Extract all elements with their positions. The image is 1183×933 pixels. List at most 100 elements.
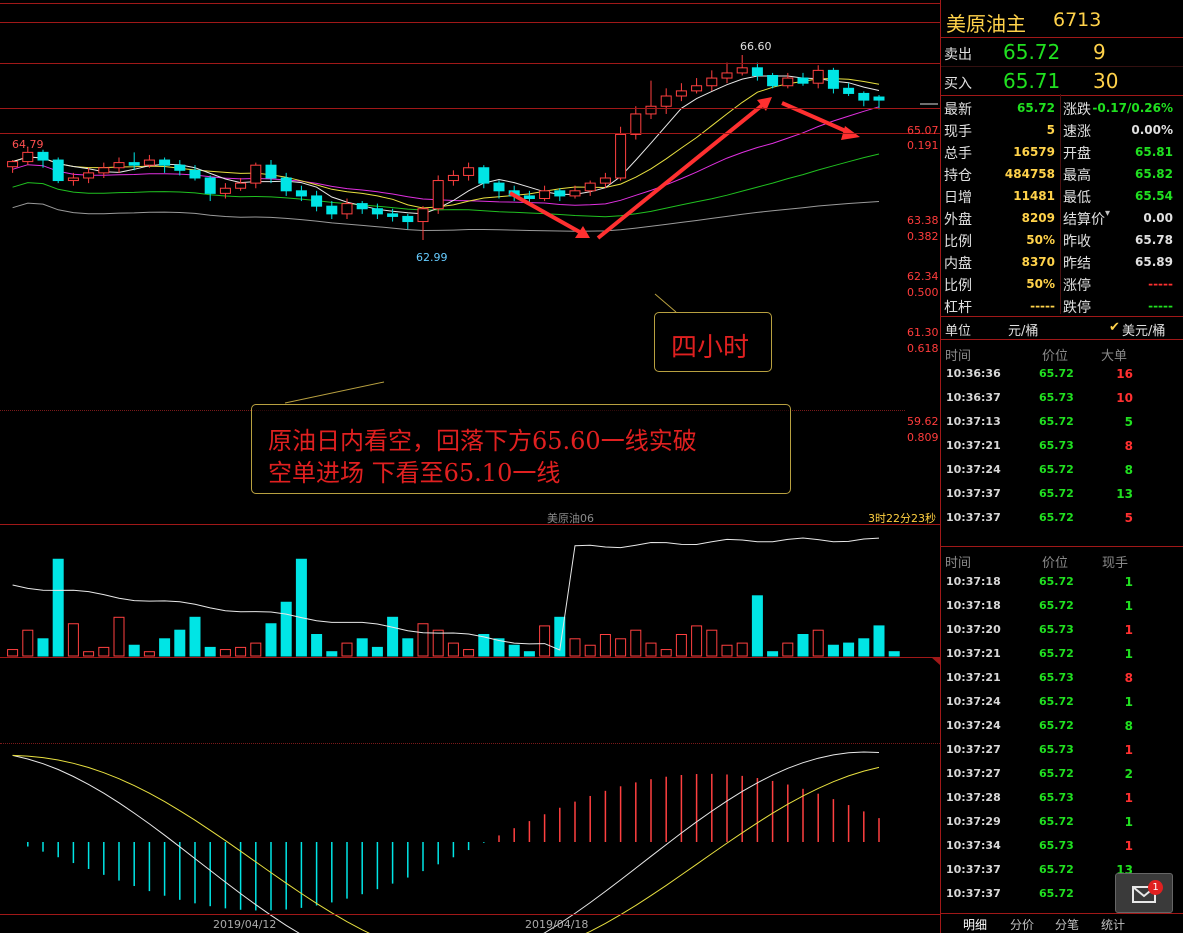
- trade-row[interactable]: 10:36:37 65.73 10: [941, 386, 1183, 410]
- fib-ratio: 0.618: [907, 342, 939, 355]
- trade-qty: 8: [1124, 463, 1133, 477]
- volume-bar: [523, 651, 535, 657]
- trade-price: 65.72: [1039, 599, 1074, 612]
- candle-body: [630, 113, 642, 135]
- volume-bar: [143, 651, 155, 657]
- unit-selector[interactable]: 单位 元/桶 ✔ 美元/桶: [941, 316, 1183, 340]
- sell-row[interactable]: 卖出 65.72 9: [941, 38, 1183, 67]
- trade-row[interactable]: 10:37:24 65.72 1: [941, 690, 1183, 714]
- chart-area[interactable]: 66.60 62.99 64.79 65.07 0.191 63.38 0.38…: [0, 0, 940, 933]
- trade-row[interactable]: 10:37:18 65.72 1: [941, 594, 1183, 618]
- candle-body: [83, 172, 95, 179]
- quote-value: 65.89: [1135, 255, 1173, 269]
- volume-bar: [250, 642, 262, 657]
- candle-body: [341, 203, 353, 215]
- quote-row: 开盘 65.81: [941, 140, 1183, 162]
- candle-body: [22, 151, 34, 163]
- trade-row[interactable]: 10:37:13 65.72 5: [941, 410, 1183, 434]
- tab-price-dist[interactable]: 分价: [1010, 916, 1034, 933]
- trade-qty: 5: [1124, 511, 1133, 525]
- unit-option-rmb[interactable]: 元/桶: [1008, 320, 1038, 339]
- trade-time: 10:37:37: [946, 511, 1001, 524]
- quote-row: 涨停 -----: [941, 272, 1183, 294]
- trade-row[interactable]: 10:36:36 65.72 16: [941, 362, 1183, 386]
- trade-time: 10:37:24: [946, 695, 1001, 708]
- trade-row[interactable]: 10:37:20 65.73 1: [941, 618, 1183, 642]
- candle-body: [52, 159, 64, 182]
- trade-row[interactable]: 10:37:24 65.72 8: [941, 458, 1183, 482]
- trade-time: 10:37:18: [946, 575, 1001, 588]
- instrument-code: 6713: [1053, 9, 1102, 31]
- message-button[interactable]: 1: [1115, 873, 1173, 913]
- instrument-header: 美原油主 6713: [941, 0, 1183, 38]
- trade-row[interactable]: 10:37:29 65.72 1: [941, 810, 1183, 834]
- trade-row[interactable]: 10:37:28 65.73 1: [941, 786, 1183, 810]
- candle-body: [67, 177, 79, 182]
- trade-time: 10:37:34: [946, 839, 1001, 852]
- quote-label: 涨跌: [1063, 102, 1091, 118]
- trade-price: 65.73: [1039, 839, 1074, 852]
- trade-row[interactable]: 10:37:37 65.72 13: [941, 482, 1183, 506]
- trade-row[interactable]: 10:37:37 65.72 5: [941, 506, 1183, 530]
- trade-time: 10:37:24: [946, 719, 1001, 732]
- trade-price: 65.72: [1039, 647, 1074, 660]
- trade-qty: 1: [1124, 695, 1133, 709]
- volume-bar: [98, 646, 110, 657]
- candle-body: [873, 96, 885, 101]
- volume-bar: [645, 642, 657, 657]
- quote-row: 最高 65.82: [941, 162, 1183, 184]
- pane-corner: [931, 657, 940, 665]
- volume-bar: [782, 642, 794, 657]
- tab-stats[interactable]: 统计: [1101, 916, 1125, 933]
- quote-label: 昨收: [1063, 234, 1091, 250]
- trade-price: 65.73: [1039, 623, 1074, 636]
- trade-qty: 16: [1116, 367, 1133, 381]
- unit-option-usd[interactable]: 美元/桶: [1122, 320, 1165, 339]
- quote-value: 0.00%: [1131, 123, 1173, 137]
- quote-value: 65.81: [1135, 145, 1173, 159]
- candle-body: [235, 182, 247, 189]
- candle-body: [767, 74, 779, 87]
- candle-body: [174, 164, 186, 171]
- trade-row[interactable]: 10:37:27 65.73 1: [941, 738, 1183, 762]
- trade-row[interactable]: 10:37:21 65.73 8: [941, 434, 1183, 458]
- volume-bar: [280, 601, 292, 657]
- pane-divider: [0, 657, 940, 658]
- candle-body: [7, 161, 19, 168]
- quote-label: 跌停: [1063, 300, 1091, 316]
- period-label: 四小时: [671, 333, 750, 363]
- candle-body: [432, 180, 444, 210]
- instrument-name: 美原油主: [946, 12, 1026, 36]
- pane-divider: [0, 524, 940, 525]
- trade-time: 10:37:21: [946, 439, 1001, 452]
- trade-row[interactable]: 10:37:18 65.72 1: [941, 570, 1183, 594]
- quote-row: 昨结 65.89: [941, 250, 1183, 272]
- trade-row[interactable]: 10:37:21 65.72 1: [941, 642, 1183, 666]
- quote-row: 涨跌 -0.17/0.26%: [941, 96, 1183, 118]
- candle-body: [189, 169, 201, 179]
- macd-dea-line: [12, 754, 880, 933]
- callout-pointer: [284, 381, 385, 404]
- trade-row[interactable]: 10:37:27 65.72 2: [941, 762, 1183, 786]
- trade-row[interactable]: 10:37:34 65.73 1: [941, 834, 1183, 858]
- volume-bar: [387, 616, 399, 657]
- trade-row[interactable]: 10:37:24 65.72 8: [941, 714, 1183, 738]
- ma-line: [12, 153, 880, 218]
- fib-price: 63.38: [907, 214, 939, 227]
- volume-bar: [432, 629, 444, 657]
- candle-body: [691, 85, 703, 92]
- candle-body: [584, 182, 596, 192]
- trade-time: 10:37:20: [946, 623, 1001, 636]
- candle-body: [706, 77, 718, 87]
- quote-value: 65.78: [1135, 233, 1173, 247]
- buy-row[interactable]: 买入 65.71 30: [941, 67, 1183, 96]
- trade-qty: 8: [1124, 719, 1133, 733]
- trade-row[interactable]: 10:37:21 65.73 8: [941, 666, 1183, 690]
- candle-body: [326, 205, 338, 215]
- tab-detail[interactable]: 明细: [963, 916, 987, 933]
- period-callout: 四小时: [654, 312, 772, 372]
- candle-body: [675, 90, 687, 97]
- tab-tick[interactable]: 分笔: [1055, 916, 1079, 933]
- candle-body: [478, 167, 490, 184]
- volume-bar: [265, 623, 277, 657]
